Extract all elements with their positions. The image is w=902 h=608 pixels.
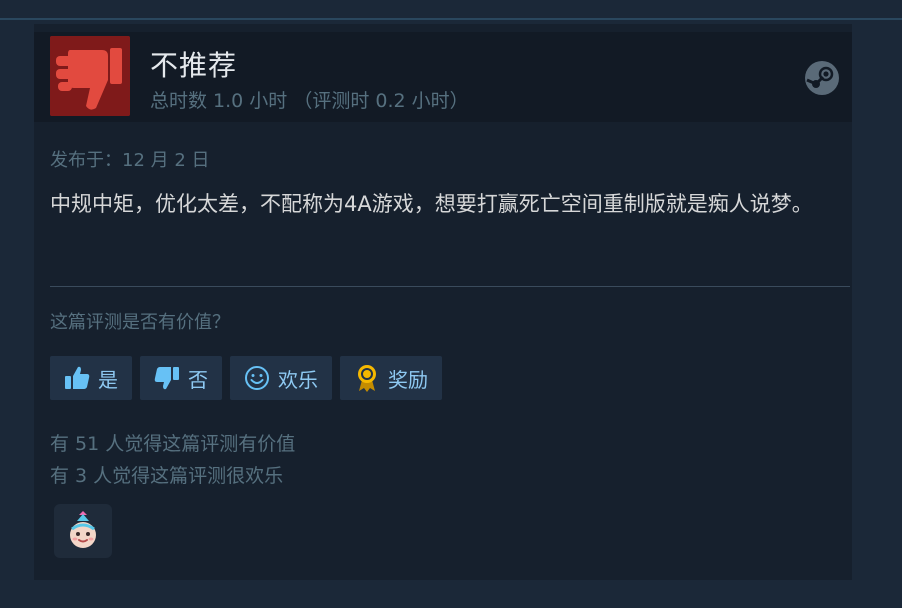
posted-date: 发布于：12 月 2 日: [50, 150, 210, 171]
review-card: 不推荐 总时数 1.0 小时 （评测时 0.2 小时） 发布于：12 月 2 日…: [34, 24, 852, 580]
vote-funny-label: 欢乐: [278, 367, 318, 392]
vote-no-label: 否: [188, 367, 208, 392]
funny-count: 有 3 人觉得这篇评测很欢乐: [50, 465, 284, 487]
vote-no-button[interactable]: 否: [140, 356, 222, 400]
thumbs-down-icon: [154, 367, 179, 390]
award-label: 奖励: [388, 367, 428, 392]
bottom-band: [0, 580, 902, 608]
playtime-hours: 总时数 1.0 小时 （评测时 0.2 小时）: [150, 90, 469, 112]
thumbs-down-icon: [50, 36, 130, 116]
vote-yes-button[interactable]: 是: [50, 356, 132, 400]
reaction-sticker[interactable]: [54, 504, 112, 558]
helpful-count: 有 51 人觉得这篇评测有价值: [50, 433, 296, 455]
thumbs-up-icon: [65, 366, 90, 389]
award-button[interactable]: 奖励: [340, 356, 442, 400]
vote-yes-label: 是: [98, 367, 118, 392]
top-rule: [0, 18, 902, 20]
vote-funny-button[interactable]: 欢乐: [230, 356, 332, 400]
vote-counts: 有 51 人觉得这篇评测有价值 有 3 人觉得这篇评测很欢乐: [50, 428, 295, 492]
vote-buttons: 是 否 欢乐 奖励: [50, 356, 442, 400]
helpful-question: 这篇评测是否有价值？: [50, 312, 230, 333]
party-face-sticker-icon: [70, 511, 96, 548]
award-ribbon-icon: [358, 365, 376, 392]
review-header: 不推荐 总时数 1.0 小时 （评测时 0.2 小时）: [34, 32, 852, 122]
smiley-icon: [245, 366, 269, 390]
review-verdict: 不推荐: [150, 49, 238, 82]
steam-icon[interactable]: [804, 60, 840, 96]
review-body: 中规中矩，优化太差，不配称为4A游戏，想要打赢死亡空间重制版就是痴人说梦。: [50, 192, 813, 216]
divider: [50, 286, 850, 287]
